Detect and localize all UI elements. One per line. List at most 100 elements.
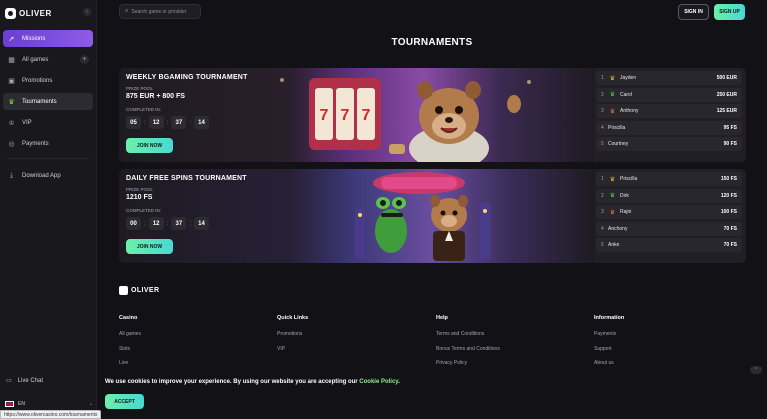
leaderboard-row: 3 ♛ Rajni 100 FS bbox=[596, 205, 742, 219]
accept-cookies-button[interactable]: ACCEPT bbox=[105, 394, 144, 409]
player-prize: 100 FS bbox=[720, 209, 737, 215]
rank: 2 bbox=[601, 192, 604, 199]
footer-link[interactable]: Terms and Conditions bbox=[436, 331, 500, 337]
footer-link[interactable]: Support bbox=[594, 346, 624, 352]
footer-link[interactable]: Payments bbox=[594, 331, 624, 337]
player-name: Jayden bbox=[620, 75, 637, 81]
cookie-policy-link[interactable]: Cookie Policy bbox=[359, 379, 398, 385]
oliver-logo-icon bbox=[119, 286, 128, 295]
player-name: Priscilla bbox=[620, 176, 638, 182]
svg-text:7: 7 bbox=[362, 107, 371, 124]
sidebar-item-tournaments[interactable]: ♛ Tournaments bbox=[3, 93, 93, 110]
countdown-timer: 00 : 12 : 37 : 14 bbox=[126, 217, 286, 230]
footer-link[interactable]: Slots bbox=[119, 346, 141, 352]
cookie-banner-text: We use cookies to improve your experienc… bbox=[105, 379, 400, 385]
live-chat-label: Live Chat bbox=[17, 377, 44, 384]
rank: 5 bbox=[601, 141, 604, 147]
join-now-button[interactable]: JOIN NOW bbox=[126, 138, 173, 153]
timer-seconds: 14 bbox=[194, 116, 210, 129]
countdown-timer: 05 : 12 : 37 : 14 bbox=[126, 116, 286, 129]
footer-link[interactable]: All games bbox=[119, 331, 141, 337]
footer-link[interactable]: Promotions bbox=[277, 331, 308, 337]
svg-text:7: 7 bbox=[341, 107, 350, 124]
sidebar-item-all-games[interactable]: ▦ All games + bbox=[3, 51, 93, 68]
player-name: Anchony bbox=[608, 225, 628, 232]
sign-in-button[interactable]: SIGN IN bbox=[678, 4, 709, 20]
join-now-button[interactable]: JOIN NOW bbox=[126, 239, 173, 254]
player-prize: 70 FS bbox=[723, 242, 737, 248]
download-icon: ⤓ bbox=[9, 171, 14, 179]
completed-in-label: COMPLETED IN: bbox=[126, 208, 162, 213]
page-title: TOURNAMENTS bbox=[391, 37, 473, 48]
rank: 1 bbox=[601, 176, 604, 182]
leaderboard-row: 4 Priscilla 95 FS bbox=[596, 120, 742, 135]
sidebar-item-download-app[interactable]: ⤓ Download App bbox=[3, 167, 93, 184]
timer-days: 05 bbox=[126, 116, 141, 129]
footer-link[interactable]: VIP bbox=[277, 346, 308, 352]
timer-separator: : bbox=[189, 119, 192, 126]
sidebar-item-missions[interactable]: ➚ Missions bbox=[3, 30, 93, 47]
orange-crown-icon: ♛ bbox=[609, 209, 616, 216]
search-icon: ⌕ bbox=[125, 8, 129, 14]
green-crown-icon: ♛ bbox=[609, 193, 616, 199]
timer-minutes: 37 bbox=[171, 217, 187, 230]
footer-link[interactable]: About us bbox=[594, 360, 624, 366]
tournament-info: DAILY FREE SPINS TOURNAMENT PRIZE POOL 1… bbox=[126, 175, 286, 254]
player-prize: 250 EUR bbox=[716, 91, 737, 98]
timer-hours: 12 bbox=[148, 217, 164, 230]
chat-icon: ▭ bbox=[6, 378, 12, 384]
prize-pool-label: PRIZE POOL bbox=[126, 187, 154, 192]
timer-separator: : bbox=[144, 220, 146, 227]
sidebar-item-label: Promotions bbox=[22, 77, 53, 84]
language-label: EN bbox=[18, 401, 25, 407]
timer-separator: : bbox=[189, 220, 192, 227]
gift-icon: ▣ bbox=[8, 77, 15, 85]
footer-link[interactable]: Privacy Policy bbox=[436, 360, 500, 366]
player-name: Carol bbox=[620, 91, 632, 98]
sidebar-collapse-button[interactable]: ‹ bbox=[83, 8, 91, 16]
tournament-title: WEEKLY BGAMING TOURNAMENT bbox=[126, 74, 248, 81]
scroll-to-top-button[interactable]: ⌃ bbox=[750, 366, 762, 374]
player-name: Dirk bbox=[620, 192, 629, 199]
sidebar-item-promotions[interactable]: ▣ Promotions bbox=[3, 72, 93, 89]
sidebar-item-label: All games bbox=[22, 56, 49, 63]
player-name: Anthony bbox=[620, 108, 639, 114]
leaderboard-row: 3 ♛ Anthony 125 EUR bbox=[596, 104, 742, 118]
uk-flag-icon bbox=[5, 401, 14, 407]
timer-days: 00 bbox=[126, 217, 141, 230]
sidebar-item-label: Tournaments bbox=[22, 98, 57, 105]
brand-logo[interactable]: OLIVER bbox=[5, 7, 52, 19]
chevron-down-icon: ⌄ bbox=[88, 401, 93, 407]
sidebar-item-payments[interactable]: ◎ Payments bbox=[3, 135, 93, 152]
sign-up-button[interactable]: SIGN UP bbox=[714, 4, 745, 20]
rank: 3 bbox=[601, 209, 604, 215]
player-name: Priscilla bbox=[608, 124, 626, 131]
sidebar-nav: ➚ Missions ▦ All games + ▣ Promotions ♛ … bbox=[3, 30, 93, 188]
live-chat-button[interactable]: ▭ Live Chat bbox=[6, 377, 44, 385]
cookie-message: We use cookies to improve your experienc… bbox=[105, 379, 360, 385]
player-prize: 120 FS bbox=[720, 192, 737, 199]
footer-column-information: Information Payments Support About us bbox=[594, 315, 624, 375]
footer-column-casino: Casino All games Slots Live bbox=[119, 315, 141, 375]
sidebar-item-vip[interactable]: ♔ VIP bbox=[3, 114, 93, 131]
tournament-card: 7 7 7 WEEKLY BGAMING TOURNAMENT PRIZE PO… bbox=[119, 68, 746, 162]
footer-link[interactable]: Bonus Terms and Conditions bbox=[436, 346, 500, 352]
app-root: OLIVER ‹ ➚ Missions ▦ All games + ▣ Prom… bbox=[0, 0, 767, 419]
footer-link[interactable]: Live bbox=[119, 360, 141, 366]
leaderboard-row: 5 Anke 70 FS bbox=[596, 238, 742, 252]
prize-pool-value: 875 EUR + 800 FS bbox=[126, 93, 185, 100]
player-prize: 95 FS bbox=[723, 124, 737, 131]
leaderboard-row: 2 ♛ Carol 250 EUR bbox=[596, 87, 742, 102]
brand-name: OLIVER bbox=[19, 8, 52, 18]
player-name: Courtney bbox=[608, 141, 629, 147]
sidebar-item-label: Download App bbox=[22, 172, 61, 179]
search-input[interactable]: ⌕ Search game or provider bbox=[119, 4, 201, 19]
search-placeholder: Search game or provider bbox=[131, 8, 187, 15]
footer-logo[interactable]: OLIVER bbox=[119, 286, 159, 295]
language-selector[interactable]: EN ⌄ bbox=[5, 401, 93, 407]
player-name: Rajni bbox=[620, 209, 632, 215]
orange-crown-icon: ♛ bbox=[609, 108, 616, 115]
rank: 2 bbox=[601, 91, 604, 98]
expand-icon[interactable]: + bbox=[80, 55, 89, 64]
timer-seconds: 14 bbox=[194, 217, 210, 230]
